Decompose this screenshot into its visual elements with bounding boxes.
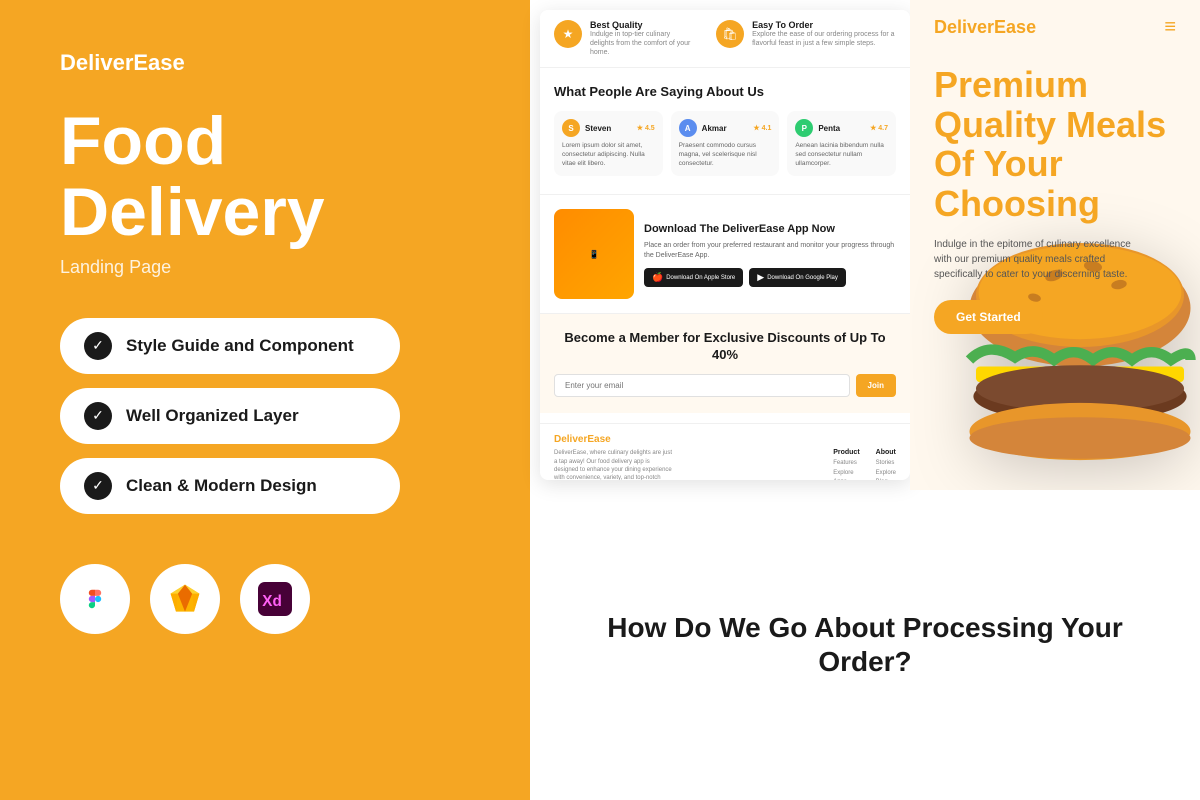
footer-link-explore-about[interactable]: Explore xyxy=(876,469,896,479)
check-icon-1: ✓ xyxy=(84,332,112,360)
nav-bar: DeliverEase ≡ xyxy=(910,0,1200,55)
app-download-desc: Place an order from your preferred resta… xyxy=(644,241,896,261)
rating-1: ★ 4.5 xyxy=(637,124,655,132)
google-icon: ▶ xyxy=(757,272,764,283)
footer-col-about-title: About xyxy=(876,449,896,456)
avatar-akmar: A xyxy=(679,119,697,137)
main-title: Food Delivery xyxy=(60,106,470,249)
nav-brand: DeliverEase xyxy=(934,17,1036,38)
order-desc: Explore the ease of our ordering process… xyxy=(752,30,896,48)
membership-section: Become a Member for Exclusive Discounts … xyxy=(540,313,910,413)
feature-text-2: Well Organized Layer xyxy=(126,406,299,426)
feature-list: ✓ Style Guide and Component ✓ Well Organ… xyxy=(60,318,470,514)
apple-store-label: Download On Apple Store xyxy=(666,275,735,281)
hero-desc: Indulge in the epitome of culinary excel… xyxy=(934,237,1134,282)
reviewer-name-1: Steven xyxy=(585,124,632,133)
footer-link-apps[interactable]: Apps xyxy=(833,478,859,480)
membership-form: Join xyxy=(554,374,896,397)
reviewer-name-2: Akmar xyxy=(702,124,749,133)
membership-title: Become a Member for Exclusive Discounts … xyxy=(554,330,896,364)
testimonial-akmar: A Akmar ★ 4.1 Praesent commodo cursus ma… xyxy=(671,111,780,176)
top-bar: ★ Best Quality Indulge in top-tier culin… xyxy=(540,10,910,68)
footer-col-product: Product Features Explore Apps xyxy=(833,449,859,480)
google-play-label: Download On Google Play xyxy=(767,275,838,281)
hamburger-menu-icon[interactable]: ≡ xyxy=(1164,16,1176,39)
google-play-btn[interactable]: ▶ Download On Google Play xyxy=(749,268,846,287)
svg-text:Xd: Xd xyxy=(262,593,282,610)
join-button[interactable]: Join xyxy=(856,374,896,397)
footer-brand: DeliverEase xyxy=(554,434,896,445)
hero-title: Premium Quality Meals Of Your Choosing xyxy=(934,65,1176,223)
footer-link-blog[interactable]: Blog xyxy=(876,478,896,480)
quality-icon: ★ xyxy=(554,20,582,48)
subtitle: Landing Page xyxy=(60,257,470,278)
top-bar-order: 🛍 Easy To Order Explore the ease of our … xyxy=(716,20,896,57)
quality-desc: Indulge in top-tier culinary delights fr… xyxy=(590,30,696,57)
top-section: ★ Best Quality Indulge in top-tier culin… xyxy=(530,0,1200,490)
right-panel: ★ Best Quality Indulge in top-tier culin… xyxy=(530,0,1200,800)
check-icon-3: ✓ xyxy=(84,472,112,500)
apple-icon: 🍎 xyxy=(652,272,663,283)
screenshot-right: DeliverEase ≡ Premium Quality Meals Of Y… xyxy=(910,0,1200,490)
footer-desc: DeliverEase, where culinary delights are… xyxy=(554,449,674,480)
check-icon-2: ✓ xyxy=(84,402,112,430)
feature-text-3: Clean & Modern Design xyxy=(126,476,317,496)
avatar-steven: S xyxy=(562,119,580,137)
figma-icon xyxy=(60,564,130,634)
top-bar-quality: ★ Best Quality Indulge in top-tier culin… xyxy=(554,20,696,57)
xd-icon: Xd xyxy=(240,564,310,634)
hero-content: Premium Quality Meals Of Your Choosing I… xyxy=(910,55,1200,334)
app-section: 📱 Download The DeliverEase App Now Place… xyxy=(540,194,910,313)
sketch-icon xyxy=(150,564,220,634)
get-started-button[interactable]: Get Started xyxy=(934,300,1043,334)
quality-title: Best Quality xyxy=(590,20,696,30)
reviewer-name-3: Penta xyxy=(818,124,865,133)
avatar-penta: P xyxy=(795,119,813,137)
screenshot-left: ★ Best Quality Indulge in top-tier culin… xyxy=(540,10,910,480)
testimonial-steven: S Steven ★ 4.5 Lorem ipsum dolor sit ame… xyxy=(554,111,663,176)
bottom-title: How Do We Go About Processing Your Order… xyxy=(570,611,1160,678)
footer-col-product-title: Product xyxy=(833,449,859,456)
email-input[interactable] xyxy=(554,374,850,397)
rating-2: ★ 4.1 xyxy=(753,124,771,132)
review-text-1: Lorem ipsum dolor sit amet, consectetur … xyxy=(562,141,655,168)
review-text-3: Aenean lacinia bibendum nulla sed consec… xyxy=(795,141,888,168)
feature-item-well-organized: ✓ Well Organized Layer xyxy=(60,388,400,444)
review-text-2: Praesent commodo cursus magna, vel scele… xyxy=(679,141,772,168)
apple-store-btn[interactable]: 🍎 Download On Apple Store xyxy=(644,268,743,287)
brand-name: DeliverEase xyxy=(60,50,470,76)
feature-text-1: Style Guide and Component xyxy=(126,336,354,356)
feature-item-style-guide: ✓ Style Guide and Component xyxy=(60,318,400,374)
footer-link-features[interactable]: Features xyxy=(833,459,859,469)
bottom-content: How Do We Go About Processing Your Order… xyxy=(570,611,1160,678)
app-download-title: Download The DeliverEase App Now xyxy=(644,222,896,236)
left-panel: DeliverEase Food Delivery Landing Page ✓… xyxy=(0,0,530,800)
testimonial-penta: P Penta ★ 4.7 Aenean lacinia bibendum nu… xyxy=(787,111,896,176)
order-title: Easy To Order xyxy=(752,20,896,30)
tool-icons: Xd xyxy=(60,564,470,634)
feature-item-clean-design: ✓ Clean & Modern Design xyxy=(60,458,400,514)
app-buttons: 🍎 Download On Apple Store ▶ Download On … xyxy=(644,268,896,287)
rating-3: ★ 4.7 xyxy=(870,124,888,132)
footer-link-stories[interactable]: Stories xyxy=(876,459,896,469)
footer-columns: Product Features Explore Apps About Stor… xyxy=(833,449,896,480)
testimonials-section: What People Are Saying About Us S Steven… xyxy=(540,68,910,186)
footer-link-explore-product[interactable]: Explore xyxy=(833,469,859,479)
order-icon: 🛍 xyxy=(716,20,744,48)
footer-section: DeliverEase DeliverEase, where culinary … xyxy=(540,423,910,480)
testimonials-title: What People Are Saying About Us xyxy=(554,84,896,101)
bottom-section: How Do We Go About Processing Your Order… xyxy=(530,490,1200,800)
app-mockup: 📱 xyxy=(554,209,634,299)
footer-col-about: About Stories Explore Blog xyxy=(876,449,896,480)
testimonials-list: S Steven ★ 4.5 Lorem ipsum dolor sit ame… xyxy=(554,111,896,176)
